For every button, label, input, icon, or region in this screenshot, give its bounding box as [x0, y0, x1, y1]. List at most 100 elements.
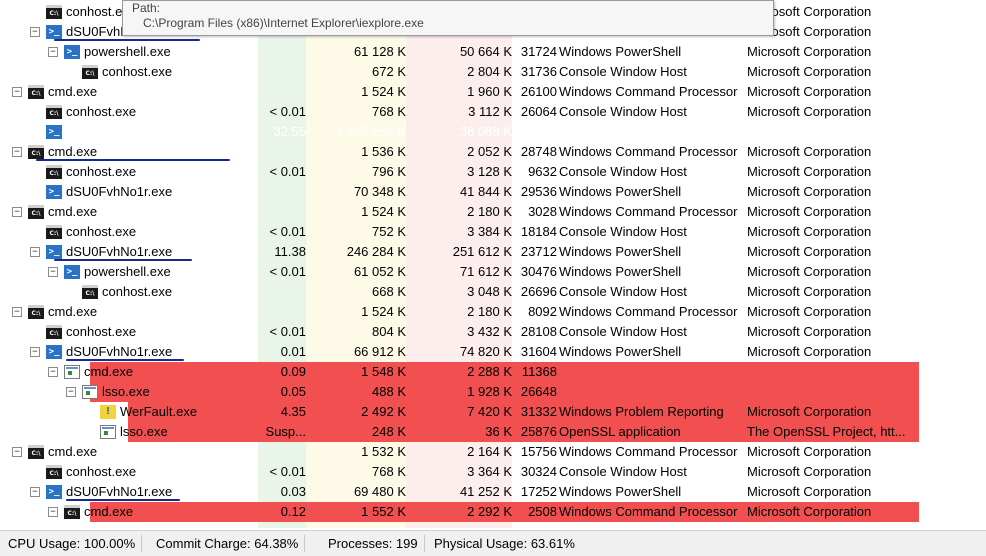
- process-name-cell[interactable]: C:\ conhost.exe: [0, 162, 256, 182]
- process-row[interactable]: >_ dSU0FvhNo1r.exe 70 348 K 41 844 K 29536 Wi…: [0, 182, 986, 202]
- company-value: Microsoft Corporation: [747, 44, 872, 59]
- pid-value: 31604: [520, 344, 557, 359]
- working-set-value: 36 088 K: [459, 124, 512, 139]
- process-name-cell[interactable]: − C:\ cmd.exe: [0, 202, 256, 222]
- process-row[interactable]: − lsso.exe 0.05 488 K 1 928 K 26648: [0, 382, 986, 402]
- private-bytes-value: 672 K: [372, 64, 406, 79]
- cpu-value: < 0.01: [269, 104, 306, 119]
- company-value: Microsoft Corporation: [747, 284, 872, 299]
- process-row[interactable]: >_ dSU0FvhNo1r.exe 32.55 4 707 256 K 36 088 …: [0, 122, 986, 142]
- working-set-value: 74 820 K: [459, 344, 512, 359]
- process-name-cell[interactable]: C:\ conhost.exe: [0, 282, 256, 302]
- collapse-toggle-icon[interactable]: −: [30, 27, 40, 37]
- collapse-toggle-icon[interactable]: −: [12, 87, 22, 97]
- description-value: Windows Command Processor: [559, 84, 738, 99]
- process-name-cell[interactable]: C:\ conhost.exe: [0, 322, 256, 342]
- pid-value: 26100: [520, 84, 557, 99]
- process-row[interactable]: − C:\ cmd.exe 1 524 K 1 960 K 26100 Windows Co…: [0, 82, 986, 102]
- process-name-cell[interactable]: C:\ conhost.exe: [0, 62, 256, 82]
- cpu-value: 0.01: [280, 344, 306, 359]
- process-row[interactable]: C:\ conhost.exe 668 K 3 048 K 26696 Console W…: [0, 282, 986, 302]
- description-value: Windows Problem Reporting: [559, 404, 724, 419]
- process-row[interactable]: C:\ conhost.exe < 0.01 804 K 3 432 K 28108 Con…: [0, 322, 986, 342]
- pid-value: 18184: [520, 224, 557, 239]
- description-value: Windows PowerShell: [559, 44, 682, 59]
- console-window-icon: C:\: [46, 225, 62, 239]
- description-value: Windows PowerShell: [559, 244, 682, 259]
- process-name-cell[interactable]: >_ dSU0FvhNo1r.exe: [0, 122, 256, 142]
- pid-value: 8092: [528, 304, 557, 319]
- process-row[interactable]: − cmd.exe 0.09 1 548 K 2 288 K 11368: [0, 362, 986, 382]
- process-row[interactable]: − >_ powershell.exe < 0.01 61 052 K 71 612 K 3…: [0, 262, 986, 282]
- pid-value: 26064: [520, 104, 557, 119]
- collapse-toggle-icon[interactable]: −: [12, 307, 22, 317]
- process-row[interactable]: − >_ dSU0FvhNo1r.exe 0.03 69 480 K 41 252 K 17…: [0, 482, 986, 502]
- private-bytes-value: 1 524 K: [361, 304, 406, 319]
- pen-underline-annotation: [54, 39, 200, 41]
- process-name-cell[interactable]: lsso.exe: [0, 422, 256, 442]
- process-row[interactable]: C:\ conhost.exe < 0.01 768 K 3 112 K 26064 Con…: [0, 102, 986, 122]
- pid-value: 28108: [520, 324, 557, 339]
- working-set-value: 50 664 K: [459, 44, 512, 59]
- process-name-cell[interactable]: ! WerFault.exe: [0, 402, 256, 422]
- working-set-value: 3 128 K: [467, 164, 512, 179]
- process-row[interactable]: − >_ dSU0FvhNo1r.exe 0.01 66 912 K 74 820 K 31…: [0, 342, 986, 362]
- process-name-cell[interactable]: C:\ conhost.exe: [0, 102, 256, 122]
- private-bytes-value: 69 480 K: [353, 484, 406, 499]
- process-row[interactable]: C:\ conhost.exe 672 K 2 804 K 31736 Console W…: [0, 62, 986, 82]
- description-value: Console Window Host: [559, 64, 687, 79]
- process-row[interactable]: − C:\ cmd.exe 1 532 K 2 164 K 15756 Windows Co…: [0, 442, 986, 462]
- process-tree-grid[interactable]: C:\ conhost.exe Microsoft Corporation − >_ dS…: [0, 0, 986, 528]
- process-name-cell[interactable]: C:\ conhost.exe: [0, 462, 256, 482]
- collapse-toggle-icon[interactable]: −: [12, 147, 22, 157]
- company-value: Microsoft Corporation: [747, 484, 872, 499]
- working-set-value: 1 960 K: [467, 84, 512, 99]
- process-row[interactable]: − >_ powershell.exe 61 128 K 50 664 K 31724 Wi…: [0, 42, 986, 62]
- collapse-toggle-icon[interactable]: −: [48, 267, 58, 277]
- process-row[interactable]: C:\ conhost.exe < 0.01 752 K 3 384 K 18184 Con…: [0, 222, 986, 242]
- collapse-toggle-icon[interactable]: −: [30, 487, 40, 497]
- application-icon: [100, 425, 116, 439]
- process-row[interactable]: ! WerFault.exe 4.35 2 492 K 7 420 K 31332 Wind…: [0, 402, 986, 422]
- company-value: Microsoft Corporation: [747, 144, 872, 159]
- collapse-toggle-icon[interactable]: −: [48, 367, 58, 377]
- collapse-toggle-icon[interactable]: −: [12, 207, 22, 217]
- process-name-cell[interactable]: − lsso.exe: [0, 382, 256, 402]
- private-bytes-value: 796 K: [372, 164, 406, 179]
- cpu-value: [258, 302, 306, 322]
- pid-value: 17252: [520, 484, 557, 499]
- process-row[interactable]: − C:\ cmd.exe 1 536 K2 052 K 28748 Windows Co…: [0, 142, 986, 162]
- process-row[interactable]: − C:\ cmd.exe 1 524 K 2 180 K 8092 Windows Com…: [0, 302, 986, 322]
- process-row[interactable]: C:\ conhost.exe < 0.01 768 K 3 364 K 30324 Con…: [0, 462, 986, 482]
- process-row[interactable]: C:\ conhost.exe < 0.01 796 K 3 128 K 9632 Cons…: [0, 162, 986, 182]
- company-value: Microsoft Corporation: [747, 124, 872, 139]
- process-name-cell[interactable]: − >_ powershell.exe: [0, 42, 256, 62]
- tooltip-heading: Path:: [132, 1, 161, 15]
- collapse-toggle-icon[interactable]: −: [48, 507, 58, 517]
- process-name-cell[interactable]: − C:\ cmd.exe: [0, 502, 256, 522]
- process-name-cell[interactable]: − C:\ cmd.exe: [0, 302, 256, 322]
- process-name-cell[interactable]: − C:\ cmd.exe: [0, 82, 256, 102]
- collapse-toggle-icon[interactable]: −: [48, 47, 58, 57]
- company-value: Microsoft Corporation: [747, 64, 872, 79]
- process-name-cell[interactable]: − C:\ cmd.exe: [0, 442, 256, 462]
- process-name: dSU0FvhNo1r.exe: [66, 184, 173, 199]
- process-row[interactable]: lsso.exe Susp... 248 K 36 K 25876 OpenSSL app…: [0, 422, 986, 442]
- process-row[interactable]: − C:\ cmd.exe 0.12 1 552 K 2 292 K 2508 Windows…: [0, 502, 986, 522]
- collapse-toggle-icon[interactable]: −: [30, 247, 40, 257]
- process-name-cell[interactable]: >_ dSU0FvhNo1r.exe: [0, 182, 256, 202]
- process-name-cell[interactable]: C:\ conhost.exe: [0, 222, 256, 242]
- process-row[interactable]: − >_ dSU0FvhNo1r.exe 11.38 246 284 K 251 612 …: [0, 242, 986, 262]
- process-name-cell[interactable]: − >_ powershell.exe: [0, 262, 256, 282]
- console-window-icon: C:\: [28, 145, 44, 159]
- process-row[interactable]: − C:\ cmd.exe 1 524 K 2 180 K 3028 Windows Com…: [0, 202, 986, 222]
- process-name: WerFault.exe: [120, 404, 198, 419]
- collapse-toggle-icon[interactable]: −: [66, 387, 76, 397]
- private-bytes-value: 768 K: [372, 104, 406, 119]
- private-bytes-value: 1 524 K: [361, 84, 406, 99]
- process-name-cell[interactable]: − cmd.exe: [0, 362, 256, 382]
- process-name: conhost.exe: [66, 164, 137, 179]
- collapse-toggle-icon[interactable]: −: [30, 347, 40, 357]
- application-icon: [64, 365, 80, 379]
- collapse-toggle-icon[interactable]: −: [12, 447, 22, 457]
